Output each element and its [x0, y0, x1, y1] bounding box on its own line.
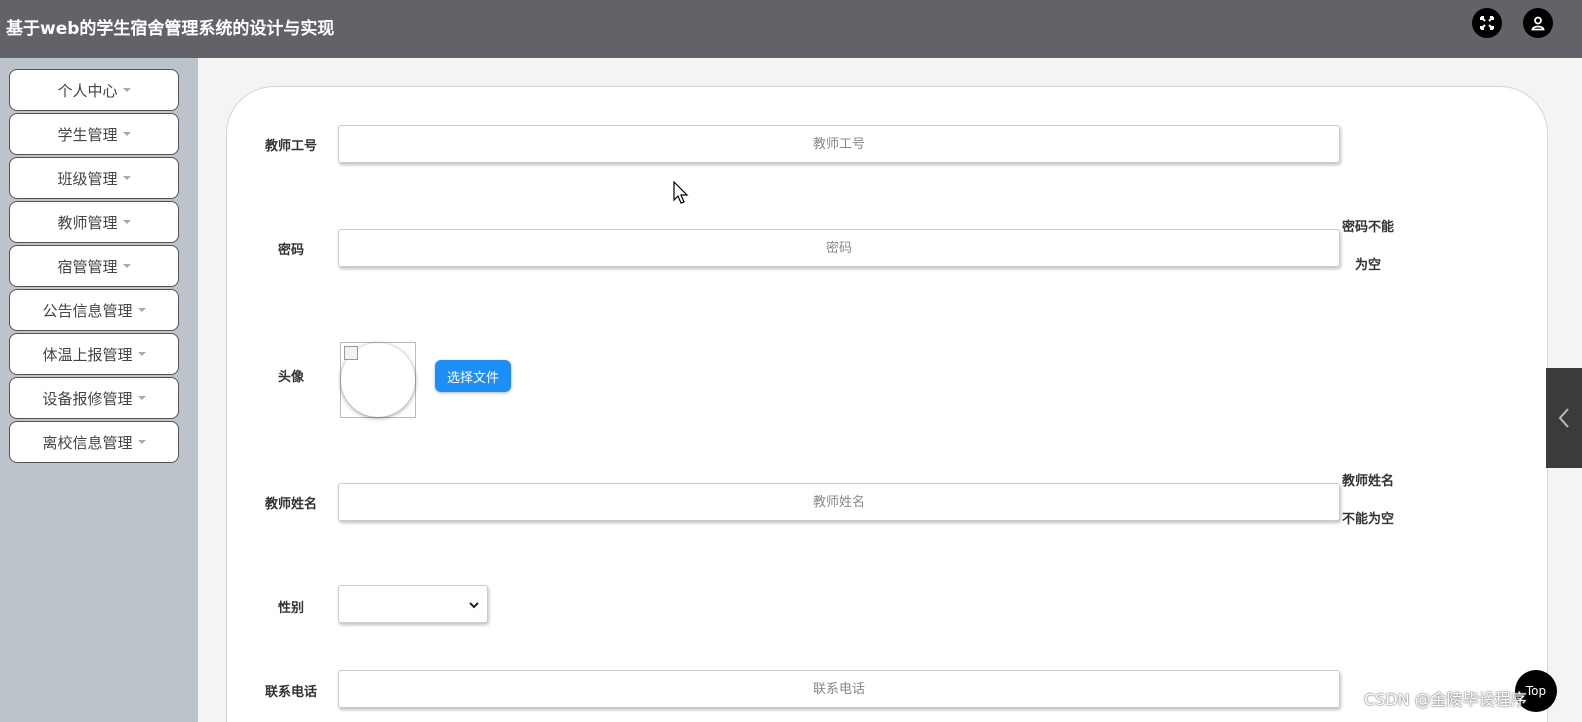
teacher-name-input[interactable]: [338, 483, 1340, 521]
avatar-label: 头像: [277, 370, 304, 385]
choose-file-button[interactable]: 选择文件: [435, 360, 511, 392]
avatar-preview: [340, 342, 416, 418]
sidebar-item-student-management[interactable]: 学生管理: [9, 113, 179, 155]
sidebar-item-label: 公告信息管理: [42, 301, 133, 320]
phone-label: 联系电话: [264, 685, 317, 700]
teacher-name-error-text-2: 不能为空: [1341, 512, 1394, 527]
caret-down-icon: [137, 352, 146, 356]
sidebar-item-repair-management[interactable]: 设备报修管理: [9, 377, 179, 419]
sidebar-item-class-management[interactable]: 班级管理: [9, 157, 179, 199]
top-header: 基于web的学生宿舍管理系统的设计与实现: [0, 0, 1582, 58]
sidebar-item-announcement-management[interactable]: 公告信息管理: [9, 289, 179, 331]
user-icon: [1531, 16, 1545, 31]
expand-icon: [1480, 16, 1494, 30]
sidebar-item-teacher-management[interactable]: 教师管理: [9, 201, 179, 243]
sidebar-item-dorm-manager-management[interactable]: 宿管管理: [9, 245, 179, 287]
chevron-down-icon: [469, 602, 479, 609]
sidebar-item-label: 体温上报管理: [42, 345, 133, 364]
caret-down-icon: [122, 176, 131, 180]
teacher-name-error-text: 教师姓名: [1341, 474, 1394, 489]
password-label: 密码: [277, 243, 304, 258]
gender-select[interactable]: [338, 585, 488, 623]
fullscreen-button[interactable]: [1472, 8, 1502, 38]
caret-down-icon: [122, 88, 131, 92]
gender-label: 性别: [277, 601, 304, 616]
caret-down-icon: [122, 132, 131, 136]
sidebar-item-label: 个人中心: [57, 81, 118, 100]
app-title: 基于web的学生宿舍管理系统的设计与实现: [6, 19, 335, 39]
phone-input[interactable]: [338, 670, 1340, 708]
teacher-name-label: 教师姓名: [264, 497, 317, 512]
sidebar-item-label: 宿管管理: [57, 257, 118, 276]
form-card: 教师工号 密码 密码不能 为空 头像 选择文件 教师姓名 教师姓名 不能为空 性…: [226, 86, 1548, 722]
teacher-id-input[interactable]: [338, 125, 1340, 163]
sidebar-item-personal-center[interactable]: 个人中心: [9, 69, 179, 111]
sidebar-item-leave-school-management[interactable]: 离校信息管理: [9, 421, 179, 463]
sidebar-item-label: 班级管理: [57, 169, 118, 188]
caret-down-icon: [137, 396, 146, 400]
sidebar-item-label: 离校信息管理: [42, 433, 133, 452]
sidebar-item-label: 学生管理: [57, 125, 118, 144]
sidebar-item-temperature-report-management[interactable]: 体温上报管理: [9, 333, 179, 375]
collapse-panel-tab[interactable]: [1546, 368, 1582, 468]
watermark-text: CSDN @金陵毕设程序: [1364, 690, 1527, 709]
main-content: 教师工号 密码 密码不能 为空 头像 选择文件 教师姓名 教师姓名 不能为空 性…: [198, 58, 1582, 722]
teacher-id-label: 教师工号: [264, 139, 317, 154]
caret-down-icon: [137, 308, 146, 312]
sidebar-item-label: 教师管理: [57, 213, 118, 232]
sidebar: 个人中心 学生管理 班级管理 教师管理 宿管管理 公告信息管理 体温上报管理 设…: [0, 58, 198, 722]
mouse-cursor-icon: [673, 181, 689, 204]
caret-down-icon: [137, 440, 146, 444]
chevron-left-icon: [1558, 408, 1569, 428]
user-button[interactable]: [1523, 8, 1553, 38]
password-input[interactable]: [338, 229, 1340, 267]
caret-down-icon: [122, 220, 131, 224]
broken-image-icon: [344, 346, 358, 360]
sidebar-item-label: 设备报修管理: [42, 389, 133, 408]
caret-down-icon: [122, 264, 131, 268]
password-error-text-2: 为空: [1354, 258, 1381, 273]
password-error-text: 密码不能: [1341, 220, 1394, 235]
